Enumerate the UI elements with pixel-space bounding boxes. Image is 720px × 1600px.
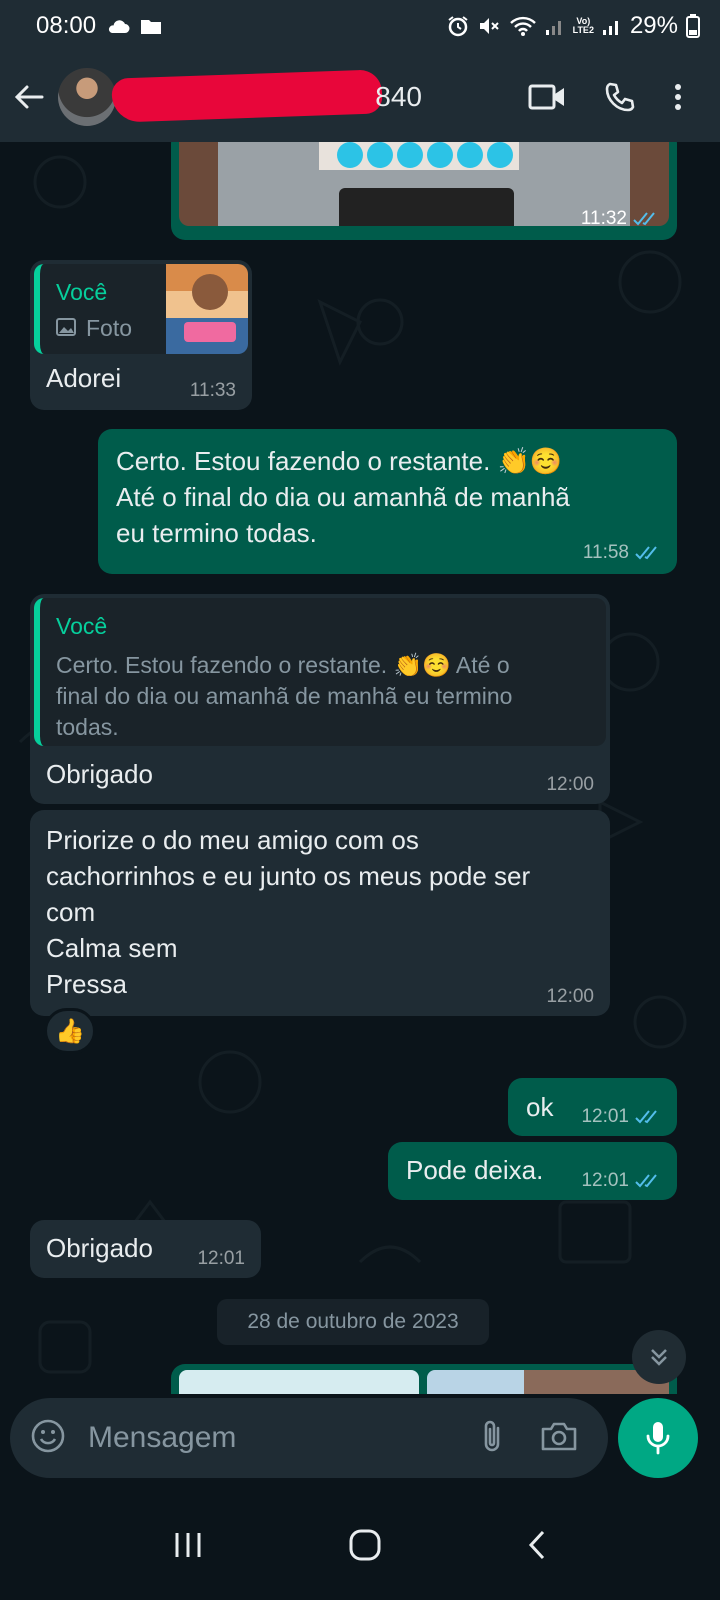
mic-icon [646, 1422, 670, 1455]
outgoing-image-message[interactable]: 11:32 [171, 142, 677, 240]
double-chevron-down-icon [651, 1349, 667, 1366]
incoming-text-message[interactable]: Obrigado 12:01 [30, 1220, 261, 1278]
status-bar: 08:00 Vo) LTE2 29% [0, 0, 720, 52]
quoted-message[interactable]: Você Foto [34, 264, 248, 354]
message-time: 12:01 [197, 1248, 245, 1269]
quote-thumbnail [166, 264, 248, 354]
media-thumbnail[interactable] [427, 1370, 669, 1394]
message-time: 11:58 [583, 542, 661, 564]
battery-percent: 29% [629, 12, 678, 39]
folder-icon [140, 17, 162, 35]
message-text: Obrigado [46, 1233, 153, 1263]
message-text: Certo. Estou fazendo o restante. 👏☺️ Até… [116, 446, 570, 548]
status-time: 08:00 [36, 12, 97, 39]
photo-icon [56, 318, 76, 341]
scroll-down-button[interactable] [632, 1330, 686, 1384]
message-text: Priorize o do meu amigo com os cachorrin… [46, 825, 531, 999]
message-time: 12:00 [546, 986, 594, 1007]
alarm-icon [447, 15, 469, 37]
recent-apps-icon[interactable] [173, 1531, 203, 1564]
signal-icon [545, 16, 565, 36]
chat-header: 840 [0, 52, 720, 142]
more-options-icon[interactable] [674, 83, 682, 111]
quoted-message[interactable]: Você Certo. Estou fazendo o restante. 👏☺… [34, 598, 606, 746]
signal-icon-2 [602, 16, 622, 36]
message-text: Adorei [46, 363, 122, 393]
incoming-reply-message[interactable]: Você Certo. Estou fazendo o restante. 👏☺… [30, 594, 610, 804]
redaction-mark [111, 69, 383, 123]
attach-icon[interactable] [480, 1418, 504, 1459]
quote-author: Você [56, 279, 108, 305]
outgoing-media-message[interactable] [171, 1364, 677, 1394]
network-type: Vo) LTE2 [572, 16, 594, 35]
contact-name-area[interactable]: 840 [111, 69, 432, 123]
message-input[interactable]: Mensagem [88, 1421, 480, 1455]
media-thumbnail[interactable] [179, 1370, 419, 1394]
quote-text: Certo. Estou fazendo o restante. 👏☺️ Até… [56, 652, 513, 740]
message-time: 12:01 [581, 1170, 661, 1192]
home-icon[interactable] [349, 1529, 381, 1566]
chat-area[interactable]: 11:32 Você Foto Adorei 11:33 Certo. Esto… [0, 142, 720, 1394]
message-text: Obrigado [46, 759, 153, 789]
back-arrow-icon[interactable] [0, 52, 58, 142]
message-time: 12:01 [581, 1106, 661, 1128]
message-text: Pode deixa. [406, 1155, 544, 1185]
message-time: 11:32 [581, 208, 659, 230]
reaction-badge[interactable]: 👍 [44, 1008, 96, 1054]
wifi-icon [509, 15, 537, 37]
phone-icon[interactable] [604, 81, 636, 113]
incoming-text-message[interactable]: Priorize o do meu amigo com os cachorrin… [30, 810, 610, 1016]
outgoing-text-message[interactable]: Certo. Estou fazendo o restante. 👏☺️ Até… [98, 429, 677, 574]
message-composer[interactable]: Mensagem [10, 1398, 608, 1478]
system-nav-bar [0, 1494, 720, 1600]
mic-button[interactable] [618, 1398, 698, 1478]
outgoing-text-message[interactable]: Pode deixa. 12:01 [388, 1142, 677, 1200]
outgoing-text-message[interactable]: ok 12:01 [508, 1078, 677, 1136]
back-nav-icon[interactable] [527, 1530, 547, 1565]
message-time: 12:00 [546, 774, 594, 795]
camera-icon[interactable] [540, 1420, 578, 1457]
emoji-icon[interactable] [30, 1418, 66, 1459]
quote-author: Você [56, 613, 108, 639]
mute-icon [477, 15, 501, 37]
read-ticks-icon [635, 1109, 661, 1125]
read-ticks-icon [633, 211, 659, 227]
incoming-reply-message[interactable]: Você Foto Adorei 11:33 [30, 260, 252, 410]
video-call-icon[interactable] [528, 83, 566, 111]
quote-text: Foto [86, 315, 133, 341]
battery-icon [686, 14, 700, 38]
cloud-icon [106, 18, 130, 34]
avatar[interactable] [58, 68, 116, 126]
contact-name: 840 [375, 81, 422, 112]
message-text: ok [526, 1092, 554, 1122]
read-ticks-icon [635, 1173, 661, 1189]
date-separator: 28 de outubro de 2023 [217, 1299, 489, 1345]
read-ticks-icon [635, 545, 661, 561]
message-time: 11:33 [189, 380, 236, 401]
